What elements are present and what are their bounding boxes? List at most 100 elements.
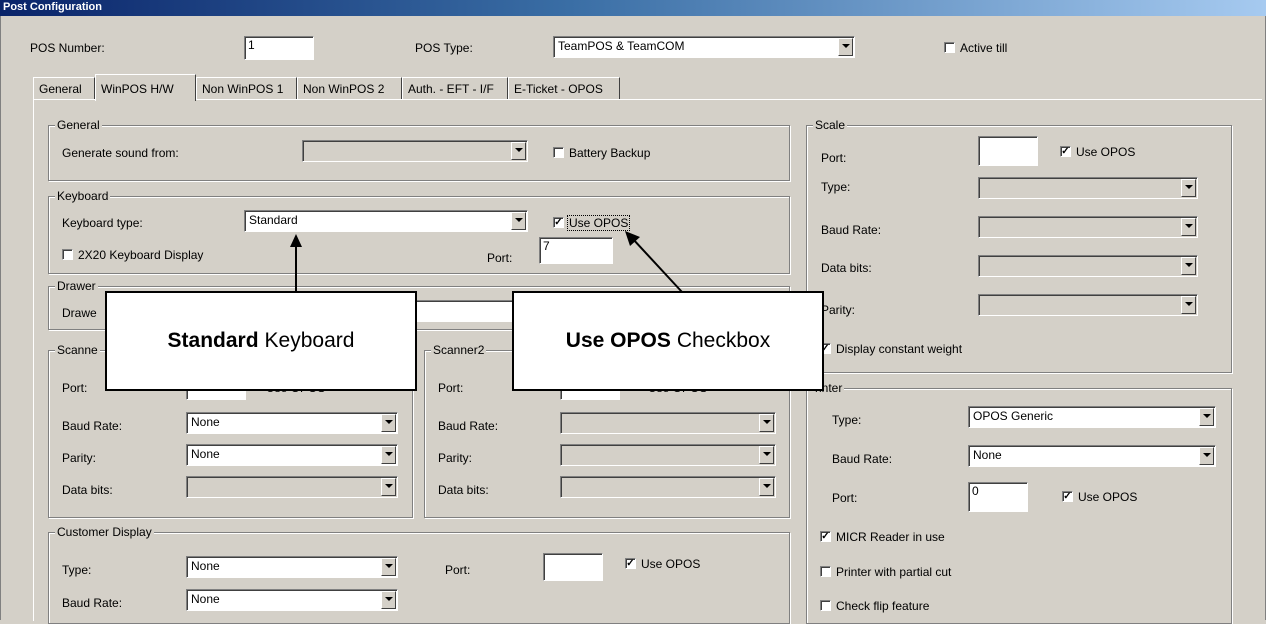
scanner2-parity-label: Parity: [438,451,473,465]
partial-cut-checkbox[interactable] [820,566,831,577]
keyboard-use-opos-checkbox[interactable]: ✓ [553,217,564,228]
chevron-down-icon[interactable] [759,478,774,496]
tab-auth-eft[interactable]: Auth. - EFT - I/F [402,77,508,99]
pos-number-input[interactable]: 1 [244,36,314,60]
scale-databits-label: Data bits: [821,261,872,275]
scale-parity-select[interactable] [978,294,1198,316]
title-bar: Post Configuration [0,0,1266,16]
keyboard-type-label: Keyboard type: [62,216,143,230]
keyboard-group: Keyboard [48,189,790,274]
group-title: Scale [813,118,848,132]
tab-general[interactable]: General [33,77,95,99]
pos-type-select[interactable]: TeamPOS & TeamCOM [553,36,855,58]
printer-port-label: Port: [832,491,858,505]
printer-use-opos-label: Use OPOS [1078,490,1138,504]
callout-text: Keyboard [264,329,355,352]
scale-use-opos-label: Use OPOS [1076,145,1136,159]
group-title: General [55,118,102,132]
scale-baud-select[interactable] [978,216,1198,238]
customer-display-port-input[interactable] [543,553,603,581]
tab-non-winpos-1[interactable]: Non WinPOS 1 [196,77,297,99]
callout-text: Checkbox [676,329,771,352]
chevron-down-icon[interactable] [1181,296,1196,314]
keyboard-display-checkbox[interactable] [62,249,73,260]
scale-databits-select[interactable] [978,255,1198,277]
customer-display-use-opos-checkbox[interactable]: ✓ [625,558,636,569]
drawer-label: Drawe [62,306,97,320]
pos-type-value: TeamPOS & TeamCOM [558,39,685,53]
group-title: Keyboard [55,189,111,203]
scanner2-databits-select[interactable] [560,476,776,498]
chevron-down-icon[interactable] [1181,257,1196,275]
constant-weight-label: Display constant weight [836,342,963,356]
customer-display-port-label: Port: [445,563,471,577]
sound-select[interactable] [302,140,528,162]
pos-type-label: POS Type: [415,41,473,55]
chevron-down-icon[interactable] [381,478,396,496]
scanner2-databits-label: Data bits: [438,483,489,497]
scanner1-parity-select[interactable]: None [186,444,398,466]
printer-type-label: Type: [832,413,862,427]
group-title: Scanner2 [431,343,487,357]
keyboard-use-opos-label: Use OPOS [567,215,631,231]
scanner1-parity-label: Parity: [62,451,97,465]
chevron-down-icon[interactable] [381,414,396,432]
tab-eticket-opos[interactable]: E-Ticket - OPOS [508,77,620,99]
keyboard-port-input[interactable]: 7 [539,237,613,264]
scanner1-port-label: Port: [62,381,88,395]
scale-type-select[interactable] [978,177,1198,199]
callout-bold-text: Standard [167,329,259,352]
customer-display-type-label: Type: [62,563,92,577]
chevron-down-icon[interactable] [1181,179,1196,197]
partial-cut-label: Printer with partial cut [836,565,952,579]
chevron-down-icon[interactable] [381,446,396,464]
scanner2-baud-select[interactable] [560,412,776,434]
customer-display-baud-select[interactable]: None [186,589,398,611]
chevron-down-icon[interactable] [759,414,774,432]
use-opos-callout: Use OPOS Checkbox [512,291,824,391]
printer-use-opos-checkbox[interactable]: ✓ [1062,491,1073,502]
customer-display-baud-label: Baud Rate: [62,596,123,610]
micr-reader-label: MICR Reader in use [836,530,945,544]
tab-non-winpos-2[interactable]: Non WinPOS 2 [297,77,402,99]
group-title: Customer Display [55,525,154,539]
chevron-down-icon[interactable] [381,558,396,576]
active-till-checkbox[interactable] [944,42,955,53]
printer-type-select[interactable]: OPOS Generic [968,406,1216,428]
scale-baud-label: Baud Rate: [821,223,882,237]
chevron-down-icon[interactable] [1199,447,1214,465]
scanner1-databits-select[interactable] [186,476,398,498]
printer-port-input[interactable]: 0 [968,482,1028,512]
chevron-down-icon[interactable] [1199,408,1214,426]
customer-display-type-select[interactable]: None [186,556,398,578]
scale-use-opos-checkbox[interactable]: ✓ [1060,146,1071,157]
scanner2-port-label: Port: [438,381,464,395]
check-flip-label: Check flip feature [836,599,930,613]
scale-port-input[interactable] [978,136,1038,166]
chevron-down-icon[interactable] [381,591,396,609]
chevron-down-icon[interactable] [511,212,526,230]
micr-reader-checkbox[interactable]: ✓ [820,531,831,542]
chevron-down-icon[interactable] [1181,218,1196,236]
printer-baud-select[interactable]: None [968,445,1216,467]
scale-port-label: Port: [821,151,847,165]
drawer-select[interactable] [400,300,516,322]
customer-display-use-opos-label: Use OPOS [641,557,701,571]
keyboard-type-select[interactable]: Standard [244,210,528,232]
group-title: Scanne [55,343,100,357]
chevron-down-icon[interactable] [511,142,526,160]
check-flip-checkbox[interactable] [820,600,831,611]
sound-label: Generate sound from: [62,146,179,160]
keyboard-port-label: Port: [487,251,513,265]
scanner1-baud-label: Baud Rate: [62,419,123,433]
tab-winpos-hw[interactable]: WinPOS H/W [95,74,196,101]
scanner1-databits-label: Data bits: [62,483,113,497]
scanner2-parity-select[interactable] [560,444,776,466]
chevron-down-icon[interactable] [759,446,774,464]
printer-baud-label: Baud Rate: [832,452,893,466]
scanner1-baud-select[interactable]: None [186,412,398,434]
battery-backup-checkbox[interactable] [553,147,564,158]
chevron-down-icon[interactable] [838,38,853,56]
customer-display-group: Customer Display [48,525,790,624]
battery-backup-label: Battery Backup [569,146,651,160]
